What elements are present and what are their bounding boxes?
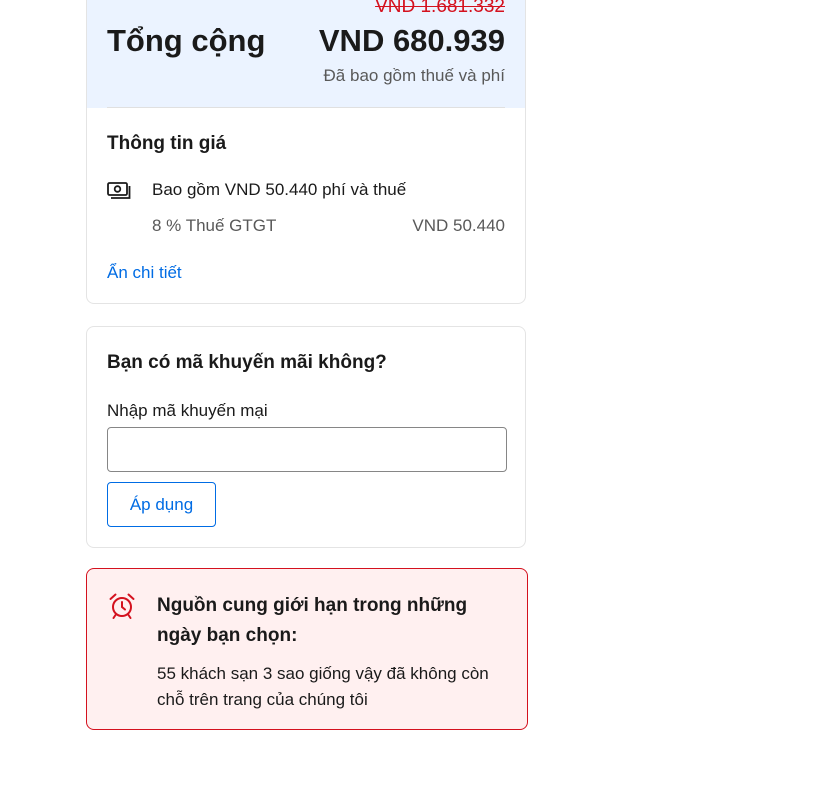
promo-code-label: Nhập mã khuyến mại: [107, 401, 268, 420]
price-summary-card: VND 1.681.332 Tổng cộng VND 680.939 Đã b…: [86, 0, 526, 304]
tax-row: 8 % Thuế GTGT VND 50.440: [152, 215, 505, 237]
tax-label: 8 % Thuế GTGT: [152, 216, 277, 235]
promo-title: Bạn có mã khuyến mãi không?: [107, 352, 387, 373]
fees-included-row: Bao gồm VND 50.440 phí và thuế: [107, 179, 507, 203]
promo-code-card: Bạn có mã khuyến mãi không? Nhập mã khuy…: [86, 326, 526, 548]
hide-details-link[interactable]: Ẩn chi tiết: [107, 262, 182, 284]
original-price: VND 1.681.332: [375, 0, 505, 17]
total-block: VND 1.681.332 Tổng cộng VND 680.939 Đã b…: [87, 0, 525, 108]
total-note: Đã bao gồm thuế và phí: [323, 66, 505, 85]
tax-value: VND 50.440: [412, 216, 505, 235]
limited-supply-alert: Nguồn cung giới hạn trong những ngày bạn…: [86, 568, 528, 730]
fees-included-text: Bao gồm VND 50.440 phí và thuế: [152, 180, 407, 199]
alarm-clock-icon: [109, 593, 135, 619]
total-price: VND 680.939: [318, 23, 505, 58]
alert-body: 55 khách sạn 3 sao giống vậy đã không cò…: [157, 664, 489, 709]
apply-button[interactable]: Áp dụng: [107, 482, 216, 527]
total-label: Tổng cộng: [107, 23, 266, 58]
alert-title: Nguồn cung giới hạn trong những ngày bạn…: [157, 595, 468, 646]
checkout-sidebar: VND 1.681.332 Tổng cộng VND 680.939 Đã b…: [0, 0, 827, 801]
money-icon: [107, 182, 131, 199]
price-info-title: Thông tin giá: [107, 133, 227, 154]
promo-code-input[interactable]: [107, 427, 507, 472]
divider: [107, 107, 505, 108]
